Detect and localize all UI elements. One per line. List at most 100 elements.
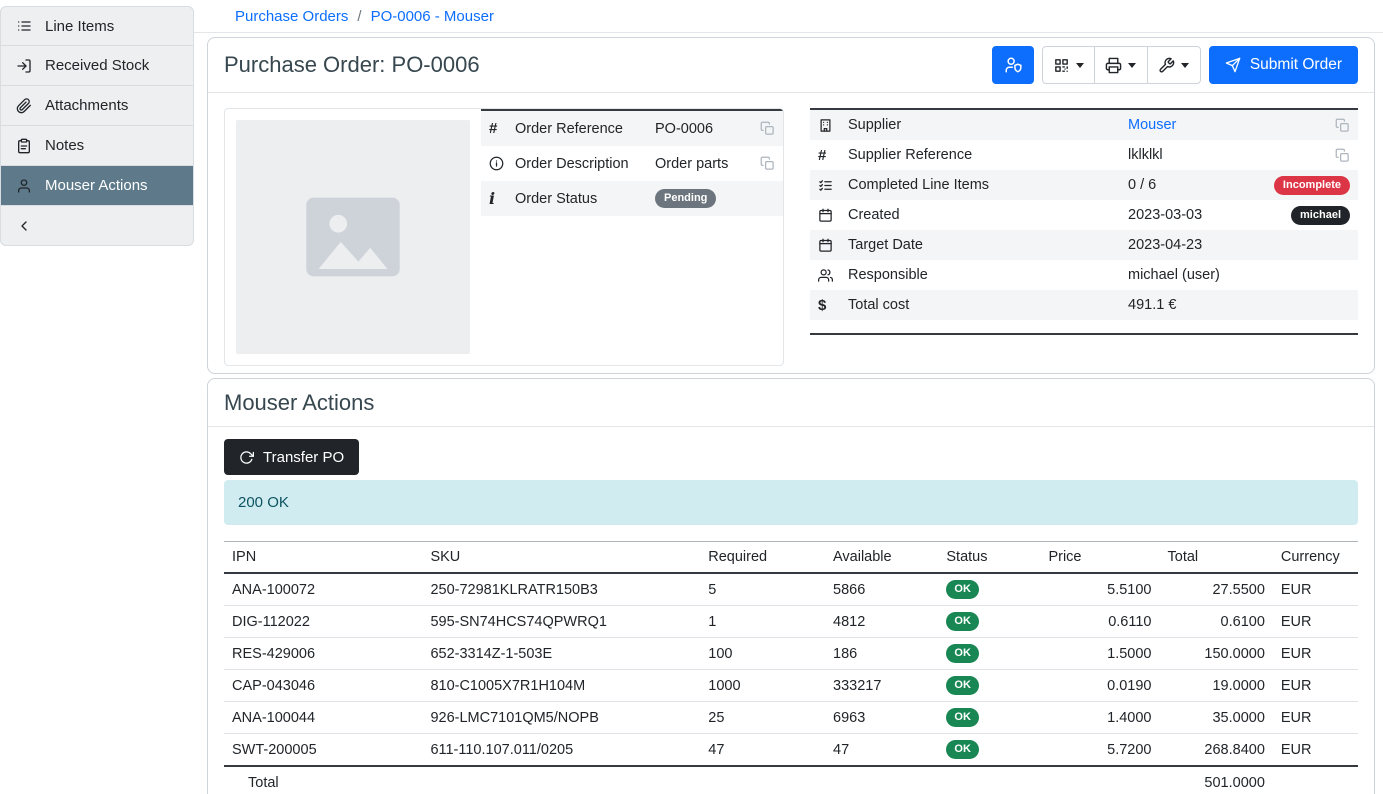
cell-price: 1.5000 — [1040, 638, 1159, 670]
cell-sku: 926-LMC7101QM5/NOPB — [422, 702, 700, 734]
sidebar-item-received-stock[interactable]: Received Stock — [0, 46, 194, 86]
detail-label: Created — [848, 207, 1128, 223]
detail-row-completed-line-items: Completed Line Items0 / 6Incomplete — [810, 170, 1358, 200]
detail-label: Target Date — [848, 237, 1128, 253]
table-row: CAP-043046810-C1005X7R1H104M1000333217OK… — [224, 670, 1358, 702]
cell-price: 0.6110 — [1040, 606, 1159, 638]
detail-value: Mouser — [1128, 117, 1335, 133]
cell-required: 1 — [700, 606, 825, 638]
list-check-icon — [818, 178, 848, 193]
detail-row-total-cost: $Total cost491.1 € — [810, 290, 1358, 320]
sidebar-item-attachments[interactable]: Attachments — [0, 86, 194, 126]
detail-value: michael (user) — [1128, 267, 1350, 283]
cell-sku: 250-72981KLRATR150B3 — [422, 573, 700, 606]
detail-row-extras — [1335, 118, 1350, 133]
cell-ipn: CAP-043046 — [224, 670, 422, 702]
cell-status: OK — [938, 606, 1040, 638]
sidebar-item-mouser-actions[interactable]: Mouser Actions — [0, 166, 194, 206]
detail-label: Order Description — [515, 156, 655, 172]
sidebar-collapse-button[interactable] — [0, 206, 194, 246]
cell-available: 5866 — [825, 573, 938, 606]
sidebar-item-label: Attachments — [45, 97, 128, 114]
copy-icon[interactable] — [1335, 118, 1350, 133]
submit-order-button[interactable]: Submit Order — [1209, 46, 1358, 84]
table-footer-row: Total 501.0000 — [224, 766, 1358, 794]
paperclip-icon — [16, 98, 32, 114]
cell-total: 0.6100 — [1160, 606, 1273, 638]
order-lines-table: IPNSKURequiredAvailableStatusPriceTotalC… — [224, 541, 1358, 794]
breadcrumb-link-purchase-orders[interactable]: Purchase Orders — [235, 8, 348, 25]
status-alert: 200 OK — [224, 480, 1358, 525]
cell-available: 186 — [825, 638, 938, 670]
col-header-total: Total — [1160, 542, 1273, 574]
sidebar-item-label: Notes — [45, 137, 84, 154]
cell-required: 5 — [700, 573, 825, 606]
hash-icon: # — [818, 148, 848, 163]
col-header-currency: Currency — [1273, 542, 1358, 574]
cell-currency: EUR — [1273, 638, 1358, 670]
transfer-po-button[interactable]: Transfer PO — [224, 439, 359, 475]
cell-required: 100 — [700, 638, 825, 670]
copy-icon[interactable] — [1335, 148, 1350, 163]
grand-total-value: 501.0000 — [1160, 766, 1273, 794]
page-title: Purchase Order: PO-0006 — [224, 52, 480, 78]
pending-badge: Pending — [655, 189, 716, 208]
calendar-icon — [818, 238, 848, 253]
order-summary-card: #Order ReferencePO-0006Order Description… — [224, 108, 784, 366]
print-actions-button[interactable] — [1095, 46, 1148, 84]
col-header-required: Required — [700, 542, 825, 574]
cell-ipn: DIG-112022 — [224, 606, 422, 638]
detail-label: Supplier Reference — [848, 147, 1128, 163]
copy-icon[interactable] — [760, 121, 775, 136]
cell-price: 5.5100 — [1040, 573, 1159, 606]
cell-price: 1.4000 — [1040, 702, 1159, 734]
detail-row-extras — [1335, 148, 1350, 163]
sidebar-item-line-items[interactable]: Line Items — [0, 6, 194, 46]
main-content: Purchase Orders / PO-0006 - Mouser Purch… — [194, 0, 1383, 794]
cell-ipn: RES-429006 — [224, 638, 422, 670]
notes-icon — [16, 138, 32, 154]
order-details-table: #Order ReferencePO-0006Order Description… — [481, 109, 783, 365]
total-label: Total — [224, 766, 422, 794]
col-header-status: Status — [938, 542, 1040, 574]
chevron-down-icon — [1181, 63, 1189, 68]
col-header-sku: SKU — [422, 542, 700, 574]
detail-row-responsible: Responsiblemichael (user) — [810, 260, 1358, 290]
table-header-row: IPNSKURequiredAvailableStatusPriceTotalC… — [224, 542, 1358, 574]
sidebar-item-notes[interactable]: Notes — [0, 126, 194, 166]
cell-status: OK — [938, 638, 1040, 670]
detail-value: Order parts — [655, 156, 760, 172]
detail-label: Order Status — [515, 191, 655, 207]
sidebar-item-label: Received Stock — [45, 57, 149, 74]
ok-badge: OK — [946, 676, 979, 695]
copy-icon[interactable] — [760, 156, 775, 171]
breadcrumb-link-current-order[interactable]: PO-0006 - Mouser — [371, 8, 494, 25]
table-row: SWT-200005611-110.107.011/02054747OK5.72… — [224, 734, 1358, 767]
table-row: ANA-100072250-72981KLRATR150B355866OK5.5… — [224, 573, 1358, 606]
barcode-actions-button[interactable] — [1042, 46, 1095, 84]
detail-label: Supplier — [848, 117, 1128, 133]
transfer-po-label: Transfer PO — [263, 449, 344, 466]
order-image-box — [225, 109, 481, 365]
cell-sku: 810-C1005X7R1H104M — [422, 670, 700, 702]
detail-row-extras — [760, 121, 775, 136]
cell-status: OK — [938, 573, 1040, 606]
user-permissions-button[interactable] — [992, 46, 1034, 84]
ok-badge: OK — [946, 612, 979, 631]
detail-row-order-status: iOrder StatusPending — [481, 181, 783, 216]
detail-label: Completed Line Items — [848, 177, 1128, 193]
user-shield-icon — [1004, 56, 1022, 74]
detail-label: Responsible — [848, 267, 1128, 283]
detail-value: PO-0006 — [655, 121, 760, 137]
supplier-link[interactable]: Mouser — [1128, 117, 1176, 133]
image-placeholder — [236, 120, 470, 354]
order-actions-button[interactable] — [1148, 46, 1201, 84]
wrench-icon — [1158, 57, 1175, 74]
cell-ipn: ANA-100044 — [224, 702, 422, 734]
cell-available: 4812 — [825, 606, 938, 638]
table-row: DIG-112022595-SN74HCS74QPWRQ114812OK0.61… — [224, 606, 1358, 638]
detail-row-extras: Incomplete — [1274, 176, 1350, 195]
app-root: Line Items Received Stock Attachments Notes… — [0, 0, 1383, 794]
order-toolbar: Submit Order — [992, 46, 1358, 84]
sign-in-icon — [16, 58, 32, 74]
